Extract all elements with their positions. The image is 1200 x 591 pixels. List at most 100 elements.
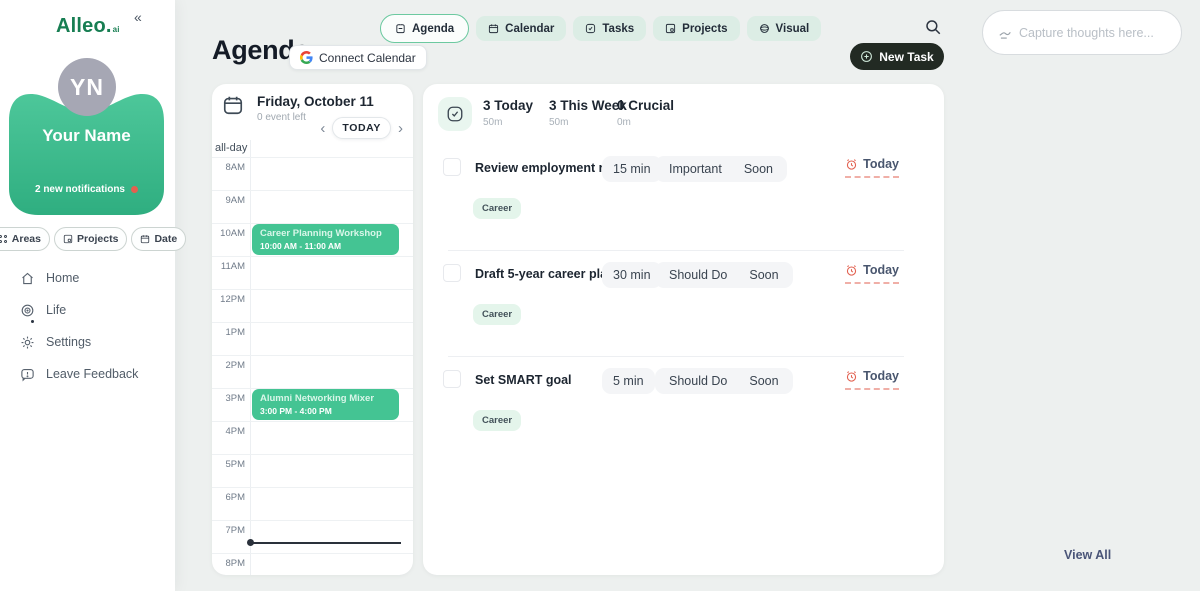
avatar[interactable]: YN bbox=[58, 58, 116, 116]
task-due-label: Today bbox=[863, 263, 899, 277]
task-tag-career[interactable]: Career bbox=[473, 198, 521, 219]
stat-value: 3 This Week bbox=[549, 98, 627, 113]
hour-row[interactable]: 8PM bbox=[212, 553, 413, 575]
capture-thoughts-input[interactable] bbox=[1019, 11, 1177, 54]
event-time: 3:00 PM - 4:00 PM bbox=[260, 406, 391, 416]
stat-minutes: 50m bbox=[549, 117, 627, 128]
task-urgency[interactable]: Soon bbox=[744, 162, 773, 176]
hour-row[interactable]: 4PM bbox=[212, 421, 413, 454]
gear-icon bbox=[20, 335, 35, 350]
hour-row[interactable]: 8AM bbox=[212, 157, 413, 190]
hour-row[interactable]: 1PM bbox=[212, 322, 413, 355]
day-time-grid[interactable]: 8AM 9AM 10AM 11AM 12PM 1PM 2PM 3PM 4PM 5… bbox=[212, 157, 413, 575]
task-divider bbox=[448, 250, 904, 251]
hour-label: 9AM bbox=[212, 195, 245, 206]
sidebar-item-home[interactable]: Home bbox=[0, 262, 175, 294]
task-urgency[interactable]: Soon bbox=[749, 268, 778, 282]
tab-label: Calendar bbox=[505, 23, 554, 35]
task-priority[interactable]: Should Do bbox=[669, 374, 727, 388]
calendar-date-title: Friday, October 11 bbox=[257, 94, 374, 109]
capture-thoughts-box bbox=[982, 10, 1182, 55]
task-priority-chip[interactable]: Should Do Soon bbox=[655, 262, 793, 288]
stat-crucial: 0 Crucial 0m bbox=[617, 98, 674, 128]
circle-check-icon bbox=[585, 23, 596, 34]
task-tag-career[interactable]: Career bbox=[473, 304, 521, 325]
next-day-chevron[interactable]: › bbox=[398, 121, 403, 136]
new-task-button[interactable]: New Task bbox=[850, 43, 944, 70]
prev-day-chevron[interactable]: ‹ bbox=[320, 121, 325, 136]
hour-label: 6PM bbox=[212, 492, 245, 503]
current-time-line bbox=[250, 542, 401, 544]
hour-label: 11AM bbox=[212, 261, 245, 272]
today-button[interactable]: TODAY bbox=[332, 117, 391, 139]
tab-visual[interactable]: Visual bbox=[747, 16, 822, 41]
hour-row[interactable]: 7PM bbox=[212, 520, 413, 553]
hour-row[interactable]: 12PM bbox=[212, 289, 413, 322]
sidebar-collapse-icon[interactable]: « bbox=[134, 9, 142, 25]
projects-icon bbox=[63, 234, 73, 244]
connect-calendar-button[interactable]: Connect Calendar bbox=[289, 45, 427, 70]
task-duration-chip[interactable]: 30 min bbox=[602, 262, 662, 288]
task-due-badge[interactable]: Today bbox=[845, 263, 899, 284]
task-checkbox[interactable] bbox=[443, 264, 461, 282]
task-duration-chip[interactable]: 5 min bbox=[602, 368, 655, 394]
logo-suffix: ai bbox=[113, 25, 120, 34]
task-checkbox[interactable] bbox=[443, 158, 461, 176]
sidebar-item-leave-feedback[interactable]: Leave Feedback bbox=[0, 358, 175, 390]
chip-projects[interactable]: Projects bbox=[54, 227, 127, 251]
task-title[interactable]: Set SMART goal bbox=[475, 373, 572, 387]
hour-row[interactable]: 11AM bbox=[212, 256, 413, 289]
tab-label: Projects bbox=[682, 23, 727, 35]
notifications-link[interactable]: 2 new notifications bbox=[9, 184, 164, 195]
sidebar-item-settings[interactable]: Settings bbox=[0, 326, 175, 358]
chip-areas[interactable]: Areas bbox=[0, 227, 50, 251]
task-urgency[interactable]: Soon bbox=[749, 374, 778, 388]
stat-this-week: 3 This Week 50m bbox=[549, 98, 627, 128]
calendar-events-left: 0 event left bbox=[257, 112, 306, 123]
tab-calendar[interactable]: Calendar bbox=[476, 16, 566, 41]
areas-grid-icon bbox=[0, 234, 8, 244]
calendar-event[interactable]: Career Planning Workshop 10:00 AM - 11:0… bbox=[252, 224, 399, 255]
event-time: 10:00 AM - 11:00 AM bbox=[260, 241, 391, 251]
task-priority-chip[interactable]: Should Do Soon bbox=[655, 368, 793, 394]
hour-label: 2PM bbox=[212, 360, 245, 371]
plus-circle-icon bbox=[860, 50, 873, 63]
task-tag-career[interactable]: Career bbox=[473, 410, 521, 431]
feedback-bubble-icon bbox=[20, 367, 35, 382]
calendar-event[interactable]: Alumni Networking Mixer 3:00 PM - 4:00 P… bbox=[252, 389, 399, 420]
task-title[interactable]: Draft 5-year career plan bbox=[475, 267, 615, 281]
scribble-pen-icon bbox=[998, 27, 1012, 41]
hour-row[interactable]: 5PM bbox=[212, 454, 413, 487]
visual-sphere-icon bbox=[759, 23, 770, 34]
nav-label: Life bbox=[46, 303, 66, 317]
view-all-link[interactable]: View All bbox=[1064, 548, 1111, 562]
sidebar-filter-chips: Areas Projects Date bbox=[2, 227, 173, 251]
hour-row[interactable]: 9AM bbox=[212, 190, 413, 223]
tasks-panel: 3 Today 50m 3 This Week 50m 0 Crucial 0m… bbox=[423, 84, 944, 575]
home-icon bbox=[20, 271, 35, 286]
task-row: Set SMART goal 5 min Should Do Soon Toda… bbox=[423, 364, 944, 464]
task-priority[interactable]: Important bbox=[669, 162, 722, 176]
task-priority[interactable]: Should Do bbox=[669, 268, 727, 282]
search-icon[interactable] bbox=[924, 18, 942, 36]
hour-row[interactable]: 2PM bbox=[212, 355, 413, 388]
stat-today: 3 Today 50m bbox=[483, 98, 533, 128]
alarm-clock-icon bbox=[845, 264, 858, 277]
logo-text: Alleo. bbox=[56, 15, 112, 37]
task-checkbox[interactable] bbox=[443, 370, 461, 388]
tab-tasks[interactable]: Tasks bbox=[573, 16, 646, 41]
sidebar-nav: Home Life Settings Leave Feedback bbox=[0, 262, 175, 390]
task-duration-chip[interactable]: 15 min bbox=[602, 156, 662, 182]
hour-label: 8PM bbox=[212, 558, 245, 569]
task-priority-chip[interactable]: Important Soon bbox=[655, 156, 787, 182]
tab-agenda[interactable]: Agenda bbox=[380, 14, 469, 43]
chip-date[interactable]: Date bbox=[131, 227, 186, 251]
alarm-clock-icon bbox=[845, 158, 858, 171]
hour-row[interactable]: 6PM bbox=[212, 487, 413, 520]
tab-projects[interactable]: Projects bbox=[653, 16, 739, 41]
notifications-text: 2 new notifications bbox=[35, 184, 125, 195]
sidebar-item-life[interactable]: Life bbox=[0, 294, 175, 326]
task-due-badge[interactable]: Today bbox=[845, 157, 899, 178]
task-due-badge[interactable]: Today bbox=[845, 369, 899, 390]
projects-icon bbox=[665, 23, 676, 34]
